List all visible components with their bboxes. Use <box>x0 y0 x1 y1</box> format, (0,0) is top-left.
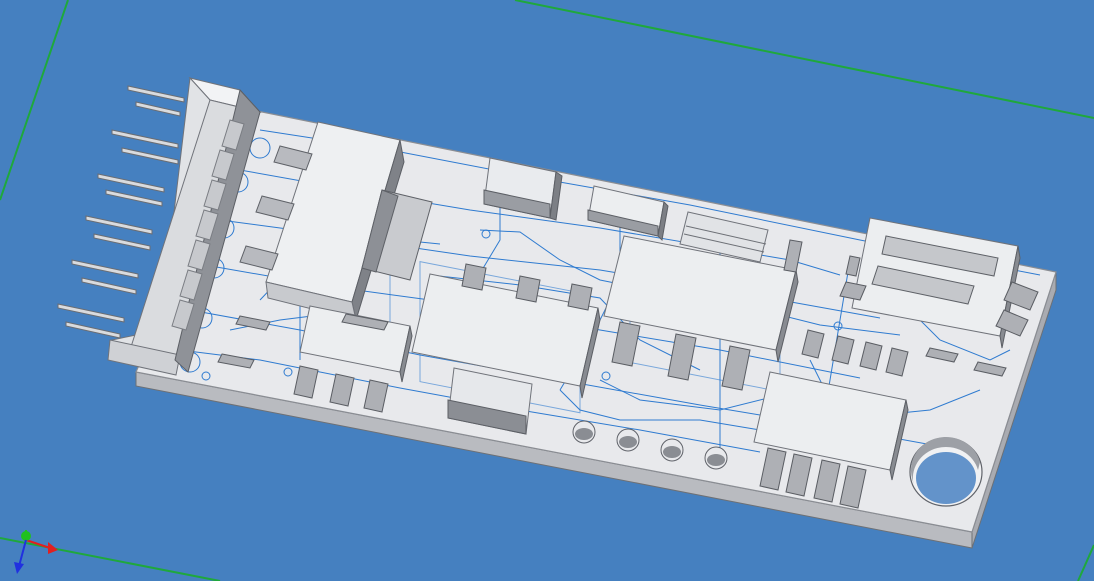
pin-1 <box>127 85 185 103</box>
pad-1 <box>572 420 596 444</box>
axis-triad-icon <box>14 530 58 574</box>
pin-11 <box>57 303 125 323</box>
pcb-3d-scene[interactable] <box>0 0 1094 581</box>
pin-9 <box>71 259 139 279</box>
x-axis-arrow <box>48 542 58 554</box>
pin-2 <box>135 101 181 117</box>
pin-7 <box>85 215 153 235</box>
pin-5 <box>97 173 165 193</box>
z-axis-arrow <box>14 562 24 574</box>
grid-line-right <box>1077 544 1094 581</box>
3d-viewport[interactable] <box>0 0 1094 581</box>
grid-line-left <box>0 0 69 201</box>
pin-12 <box>65 321 121 339</box>
pin-10 <box>81 277 137 295</box>
pin-6 <box>105 189 163 207</box>
pad-4 <box>704 446 728 470</box>
pin-3 <box>111 129 179 149</box>
grid-line-top <box>514 0 1094 119</box>
pin-8 <box>93 233 151 251</box>
pin-4 <box>121 147 179 165</box>
mounting-hole[interactable] <box>909 437 983 507</box>
y-axis-dot <box>21 531 31 541</box>
pad-2 <box>616 428 640 452</box>
pad-3 <box>660 438 684 462</box>
